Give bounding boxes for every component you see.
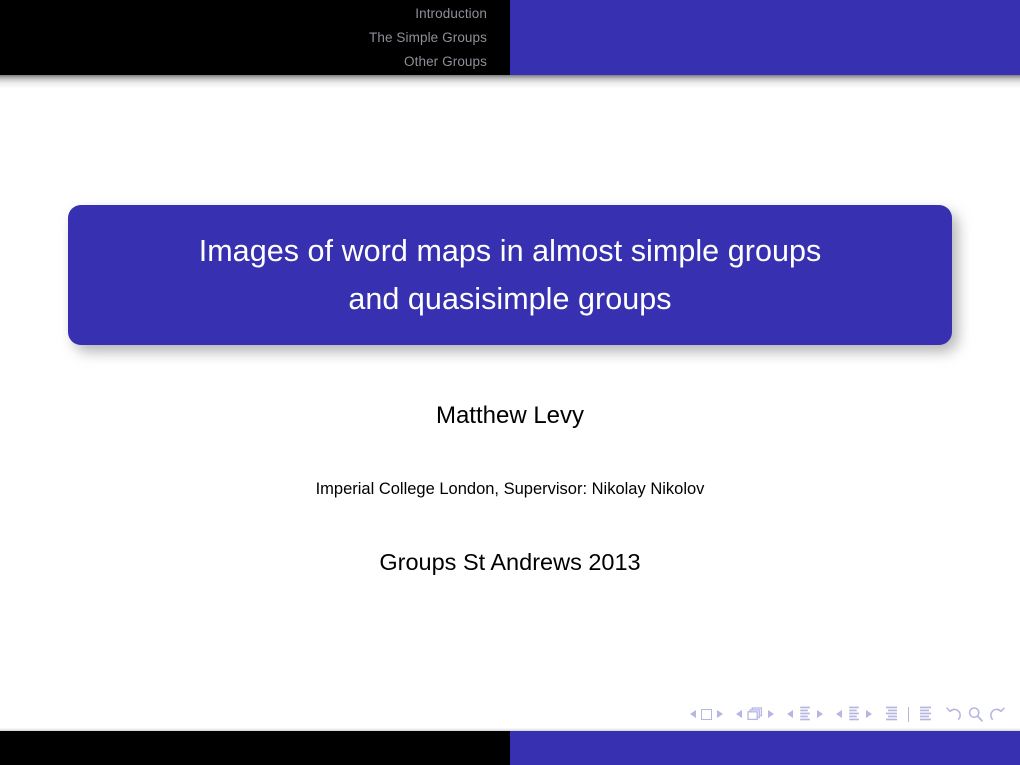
document-navigation-separator — [907, 706, 909, 722]
footline-bar — [0, 731, 1020, 765]
subsection-next-triangle-right-icon[interactable] — [816, 710, 823, 718]
slide-next-triangle-right-icon[interactable] — [716, 710, 723, 718]
presentation-title: Images of word maps in almost simple gro… — [199, 227, 822, 323]
event-date-line: Groups St Andrews 2013 — [379, 549, 641, 575]
slide-square-icon[interactable] — [700, 708, 712, 720]
footline-bar-left-segment — [0, 731, 510, 765]
subsection-lines-icon[interactable] — [798, 706, 812, 722]
presentation-slide: Introduction The Simple Groups Other Gro… — [0, 0, 1020, 765]
section-prev-triangle-left-icon[interactable] — [835, 710, 842, 718]
document-navigation-group — [885, 706, 932, 722]
title-block: Images of word maps in almost simple gro… — [68, 205, 958, 352]
title-line-1: Images of word maps in almost simple gro… — [198, 234, 822, 268]
section-lines-icon[interactable] — [847, 706, 861, 722]
frames-stack-icon[interactable] — [746, 706, 763, 722]
section-next-triangle-right-icon[interactable] — [865, 710, 872, 718]
search-magnifier-icon[interactable] — [967, 706, 984, 723]
author-name: Matthew Levy — [435, 402, 585, 429]
document-begin-icon[interactable] — [885, 706, 899, 722]
headline-nav-item-the-simple-groups[interactable]: The Simple Groups — [369, 26, 487, 50]
section-navigation-group — [835, 706, 872, 722]
headline-nav-item-introduction[interactable]: Introduction — [415, 2, 487, 26]
forward-arrow-icon[interactable] — [989, 706, 1006, 723]
subsection-prev-triangle-left-icon[interactable] — [786, 710, 793, 718]
institute-line: Imperial College London, Supervisor: Nik… — [315, 480, 705, 498]
frame-navigation-group — [735, 706, 774, 722]
document-end-icon[interactable] — [918, 706, 932, 722]
beamer-navigation-symbols — [689, 703, 1006, 725]
slide-prev-triangle-left-icon[interactable] — [689, 710, 696, 718]
title-box: Images of word maps in almost simple gro… — [68, 205, 952, 345]
title-line-2: and quasisimple groups — [348, 282, 672, 316]
slide-navigation-group — [689, 708, 723, 720]
headline-drop-shadow — [0, 75, 1020, 89]
history-navigation-group — [945, 706, 1006, 723]
headline-navigation: Introduction The Simple Groups Other Gro… — [0, 0, 510, 75]
headline-nav-item-other-groups[interactable]: Other Groups — [404, 50, 487, 74]
frame-prev-triangle-left-icon[interactable] — [735, 710, 742, 718]
frame-next-triangle-right-icon[interactable] — [767, 710, 774, 718]
subsection-navigation-group — [786, 706, 823, 722]
back-arrow-icon[interactable] — [945, 706, 962, 723]
headline-bar: Introduction The Simple Groups Other Gro… — [0, 0, 1020, 75]
